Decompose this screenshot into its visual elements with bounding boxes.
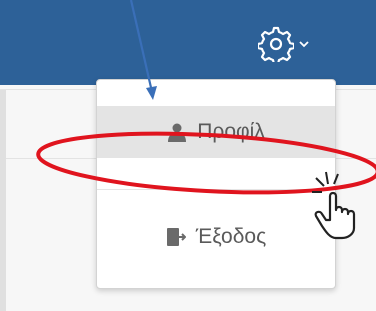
- menu-divider: [97, 189, 335, 190]
- left-edge-strip: [0, 90, 6, 311]
- settings-menu-toggle[interactable]: [258, 24, 328, 64]
- menu-item-label: Προφίλ: [197, 120, 265, 143]
- user-dropdown-menu: Προφίλ Έξοδος: [96, 79, 336, 289]
- top-header-bar: [0, 0, 376, 85]
- logout-icon: [166, 228, 186, 246]
- chevron-down-icon[interactable]: [298, 38, 310, 50]
- menu-item-label: Έξοδος: [195, 225, 267, 248]
- menu-item-profile[interactable]: Προφίλ: [97, 106, 335, 158]
- gear-icon[interactable]: [258, 26, 294, 62]
- user-icon: [168, 123, 187, 142]
- menu-item-logout[interactable]: Έξοδος: [97, 211, 335, 263]
